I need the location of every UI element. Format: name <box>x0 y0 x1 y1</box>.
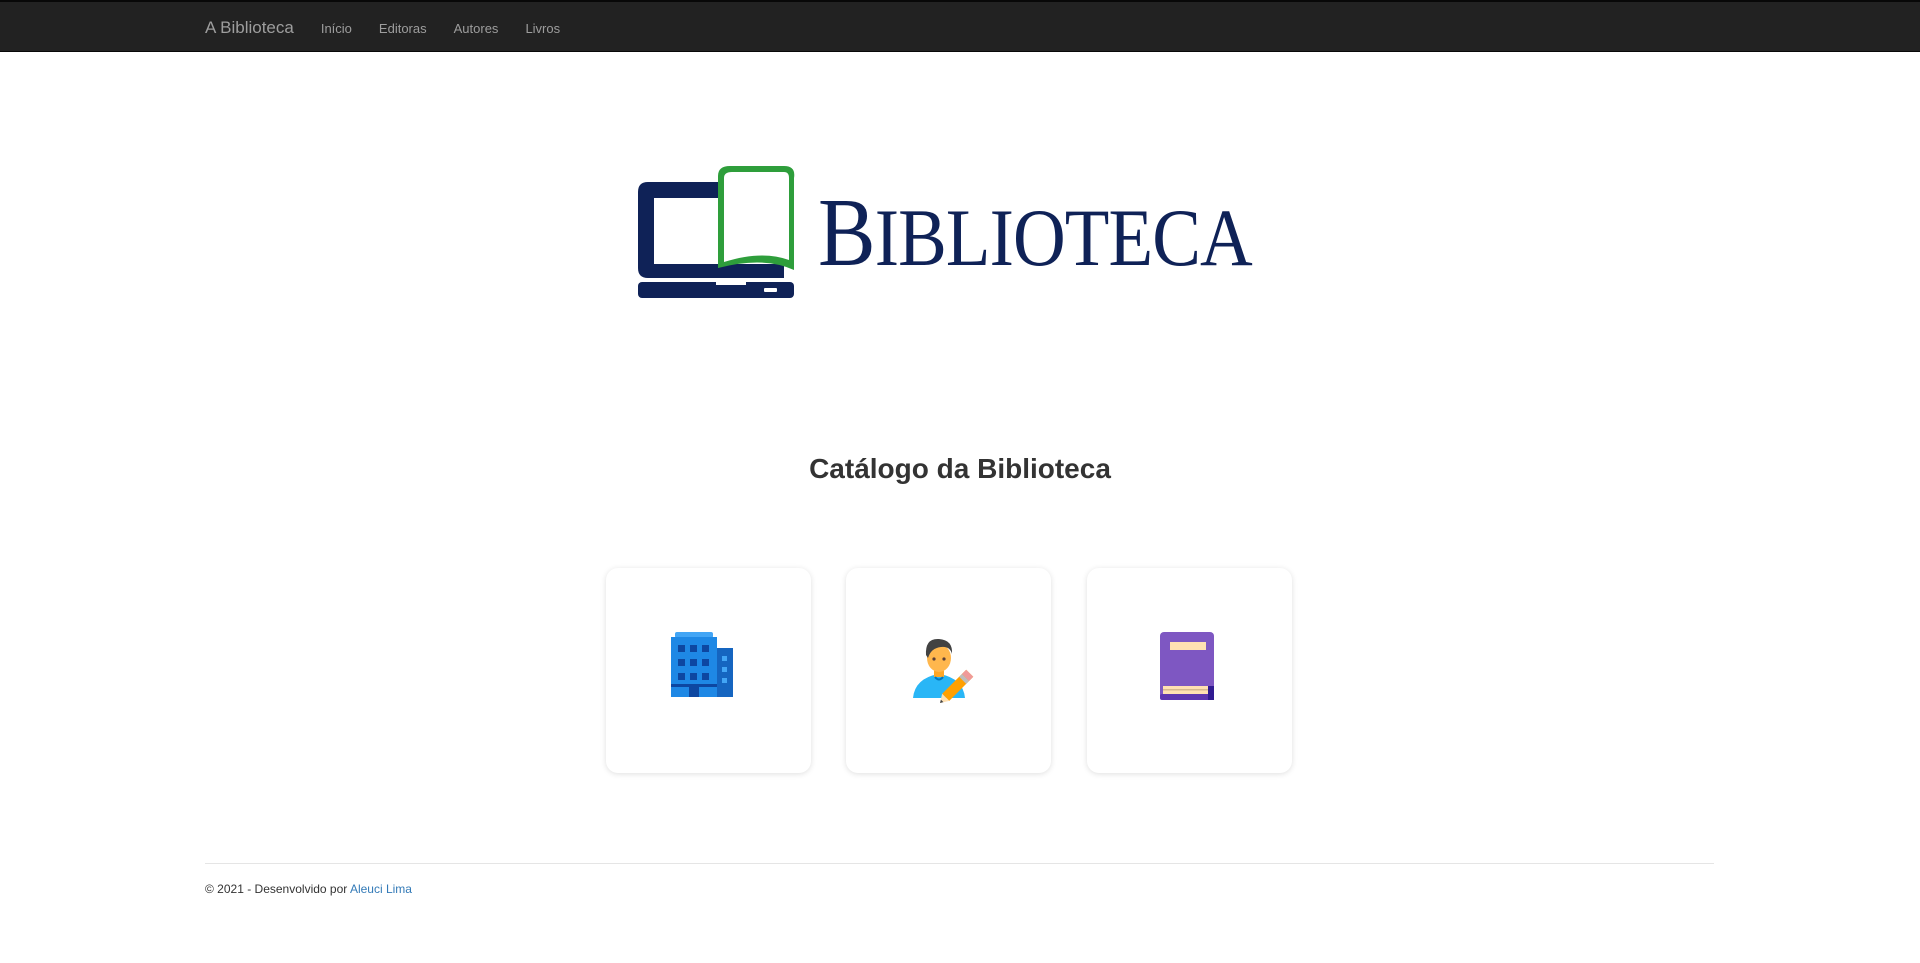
writer-icon <box>907 628 983 704</box>
footer-text: © 2021 - Desenvolvido por <box>205 882 350 896</box>
catalog-title: Catálogo da Biblioteca <box>809 453 1111 484</box>
navbar-container: A Biblioteca Início Editoras Autores Liv… <box>205 2 587 54</box>
logo-wordmark-rest: IBLIOTECA <box>874 192 1253 283</box>
nav-link-autores[interactable]: Autores <box>454 21 499 36</box>
card-editoras[interactable] <box>606 568 811 773</box>
footer-divider <box>205 863 1714 864</box>
top-navbar: A Biblioteca Início Editoras Autores Liv… <box>0 0 1920 52</box>
book-icon <box>1148 628 1224 704</box>
logo-wordmark-first-letter: B <box>818 179 876 286</box>
laptop-book-icon <box>634 160 814 315</box>
nav-link-inicio[interactable]: Início <box>321 21 352 36</box>
footer: © 2021 - Desenvolvido por Aleuci Lima <box>205 882 412 896</box>
logo-wordmark: BIBLIOTECA <box>818 179 1253 290</box>
card-autores[interactable] <box>846 568 1051 773</box>
nav-link-livros[interactable]: Livros <box>525 21 560 36</box>
nav-link-editoras[interactable]: Editoras <box>379 21 427 36</box>
navbar-brand-link[interactable]: A Biblioteca <box>205 18 294 38</box>
building-icon <box>667 628 743 704</box>
footer-author-link[interactable]: Aleuci Lima <box>350 882 412 896</box>
card-livros[interactable] <box>1087 568 1292 773</box>
